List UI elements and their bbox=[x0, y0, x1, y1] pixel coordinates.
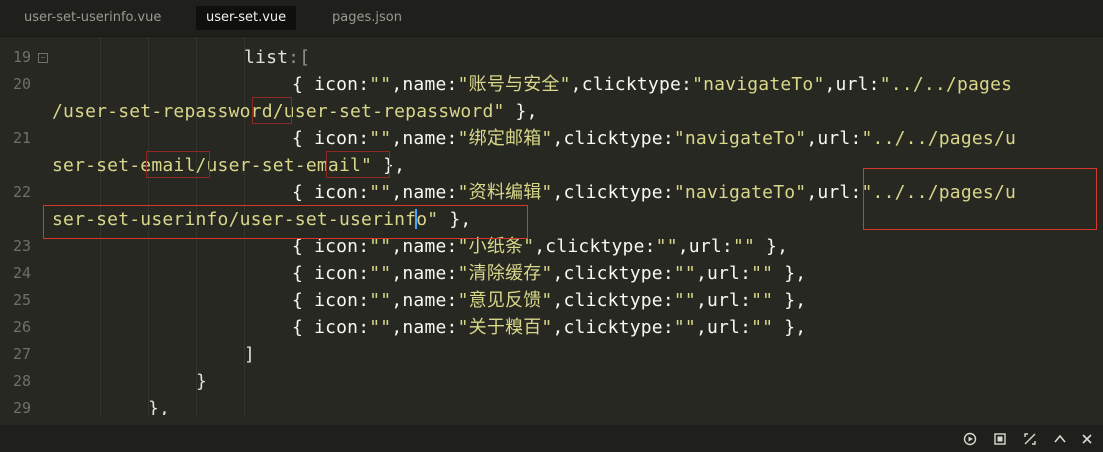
code-line-28: } bbox=[196, 371, 208, 392]
code-line-24: { icon:"",name:"清除缓存",clicktype:"",url:"… bbox=[292, 263, 807, 284]
code-line-21: { icon:"",name:"绑定邮箱",clicktype:"navigat… bbox=[292, 128, 1017, 149]
code-line-21-wrap: ser-set-email/user-set-email" }, bbox=[52, 155, 406, 176]
code-line-23: { icon:"",name:"小纸条",clicktype:"",url:""… bbox=[292, 236, 789, 257]
code-line-20-wrap: /user-set-repassword/user-set-repassword… bbox=[52, 101, 538, 122]
stop-icon[interactable] bbox=[993, 432, 1007, 446]
code-line-19: list:[ bbox=[244, 47, 311, 68]
tab-user-set[interactable]: user-set.vue bbox=[196, 6, 297, 30]
code-editor[interactable]: 19 − 20 21 22 23 24 25 26 27 28 29 list:… bbox=[0, 37, 1103, 415]
tab-user-set-userinfo[interactable]: user-set-userinfo.vue bbox=[14, 6, 171, 30]
line-number: 23 bbox=[12, 237, 31, 255]
line-number: 25 bbox=[12, 291, 31, 309]
line-number: 24 bbox=[12, 264, 31, 282]
code-line-26: { icon:"",name:"关于糗百",clicktype:"",url:"… bbox=[292, 317, 807, 338]
line-number: 29 bbox=[12, 399, 31, 415]
line-number: 22 bbox=[12, 183, 31, 201]
code-line-20: { icon:"",name:"账号与安全",clicktype:"naviga… bbox=[292, 74, 1013, 95]
code-line-22: { icon:"",name:"资料编辑",clicktype:"navigat… bbox=[292, 182, 1017, 203]
line-number: 28 bbox=[12, 372, 31, 390]
line-number: 21 bbox=[12, 129, 31, 147]
status-bar bbox=[0, 425, 1103, 452]
fold-toggle-icon[interactable]: − bbox=[38, 53, 48, 63]
line-number: 19 bbox=[12, 48, 31, 66]
tab-pages-json[interactable]: pages.json bbox=[322, 6, 412, 30]
line-number: 26 bbox=[12, 318, 31, 336]
code-line-22-wrap: ser-set-userinfo/user-set-userinfo" }, bbox=[52, 209, 472, 230]
expand-icon[interactable] bbox=[1023, 432, 1037, 446]
line-number: 27 bbox=[12, 345, 31, 363]
line-number: 20 bbox=[12, 75, 31, 93]
code-line-27: ] bbox=[244, 344, 256, 365]
close-icon[interactable] bbox=[1080, 432, 1094, 446]
tab-bar: user-set-userinfo.vue user-set.vue pages… bbox=[0, 0, 1103, 37]
chevron-up-icon[interactable] bbox=[1053, 432, 1067, 446]
code-line-25: { icon:"",name:"意见反馈",clicktype:"",url:"… bbox=[292, 290, 807, 311]
run-icon[interactable] bbox=[963, 432, 977, 446]
code-line-29: }, bbox=[148, 398, 171, 415]
